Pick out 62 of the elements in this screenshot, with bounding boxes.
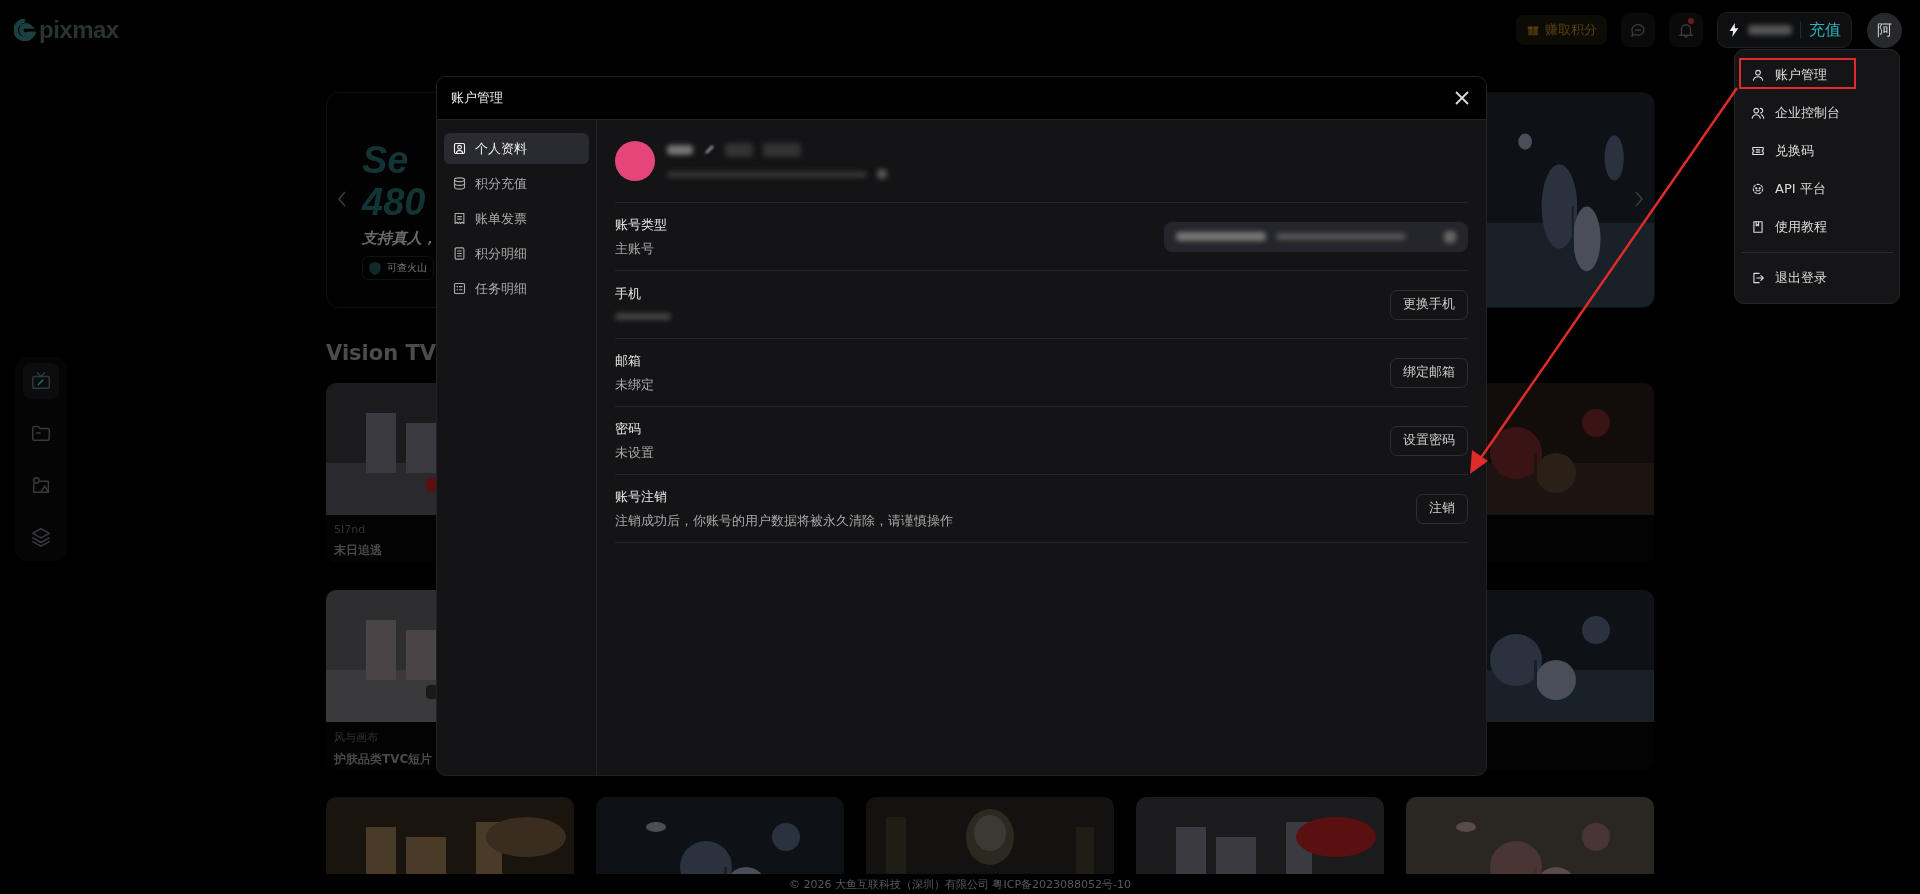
logo-icon xyxy=(14,19,36,41)
blurred-link-field[interactable] xyxy=(1164,221,1468,252)
blurred-tag xyxy=(763,143,801,157)
user-icon xyxy=(1751,68,1765,82)
action-button[interactable]: 注销 xyxy=(1416,493,1468,524)
profile-card-icon xyxy=(452,141,467,156)
card-title: 护肤品类TVC短片 xyxy=(334,751,434,768)
document-icon xyxy=(452,246,467,261)
setting-value: 主账号 xyxy=(615,239,655,258)
coins-icon xyxy=(452,176,467,191)
lightning-icon xyxy=(1728,23,1740,37)
action-button[interactable]: 设置密码 xyxy=(1390,425,1468,456)
logout-icon xyxy=(1751,271,1765,285)
checklist-icon xyxy=(452,281,467,296)
setting-value: 未设置 xyxy=(615,443,654,462)
chevron-left-icon[interactable] xyxy=(337,191,347,207)
dialog-title: 账户管理 xyxy=(451,89,503,107)
ticket-icon xyxy=(1751,144,1765,158)
blurred-text xyxy=(1748,25,1792,35)
blurred-text xyxy=(615,313,671,320)
menu-item[interactable]: 使用教程 xyxy=(1735,208,1899,246)
copy-icon[interactable] xyxy=(877,169,887,179)
notification-bell-icon[interactable] xyxy=(1669,13,1703,47)
menu-item[interactable]: API 平台 xyxy=(1735,170,1899,208)
setting-label: 手机 xyxy=(615,285,642,303)
nav-item[interactable]: 任务明细 xyxy=(444,273,589,304)
blurred-text xyxy=(667,145,693,155)
users-icon xyxy=(1751,106,1765,120)
setting-label: 账号注销 xyxy=(615,487,668,506)
chat-icon[interactable] xyxy=(1621,13,1655,47)
blurred-tag xyxy=(725,143,753,157)
user-avatar[interactable]: 阿 xyxy=(1867,12,1902,48)
banner-subtitle: 支持真人， xyxy=(362,229,437,248)
section-title: Vision TV xyxy=(326,340,437,366)
card-title: 末日追逃 xyxy=(334,542,383,559)
close-icon[interactable] xyxy=(1454,90,1470,106)
shield-icon xyxy=(369,261,381,275)
action-button[interactable]: 绑定邮箱 xyxy=(1390,357,1468,388)
nav-item[interactable]: 账单发票 xyxy=(444,203,589,234)
banner-badge: 可查火山 xyxy=(362,256,434,280)
setting-value: 未绑定 xyxy=(615,375,654,394)
setting-label: 邮箱 xyxy=(615,351,642,370)
nav-item[interactable]: 积分充值 xyxy=(444,168,589,199)
book-icon xyxy=(1751,220,1765,234)
recharge-link[interactable]: 充值 xyxy=(1809,19,1841,41)
receipt-icon xyxy=(452,211,467,226)
menu-item[interactable]: 企业控制台 xyxy=(1735,94,1899,132)
setting-value: 注销成功后，你账号的用户数据将被永久清除，请谨慎操作 xyxy=(615,511,953,530)
setting-label: 密码 xyxy=(615,419,642,438)
tv-icon[interactable] xyxy=(23,363,59,399)
menu-item[interactable]: 兑换码 xyxy=(1735,132,1899,170)
chevron-right-icon[interactable] xyxy=(1634,191,1644,207)
action-button[interactable]: 更换手机 xyxy=(1390,289,1468,320)
menu-item[interactable]: 退出登录 xyxy=(1735,259,1899,297)
api-icon xyxy=(1751,182,1765,196)
edit-icon[interactable] xyxy=(703,144,715,156)
profile-avatar xyxy=(615,141,655,181)
setting-label: 账号类型 xyxy=(615,215,667,234)
nav-item[interactable]: 积分明细 xyxy=(444,238,589,269)
menu-item[interactable]: 账户管理 xyxy=(1735,56,1899,94)
nav-item[interactable]: 个人资料 xyxy=(444,133,589,164)
copyright-text: © 2026 大鱼互联科技（深圳）有限公司 粤ICP备2023088052号-10 xyxy=(789,876,1131,892)
